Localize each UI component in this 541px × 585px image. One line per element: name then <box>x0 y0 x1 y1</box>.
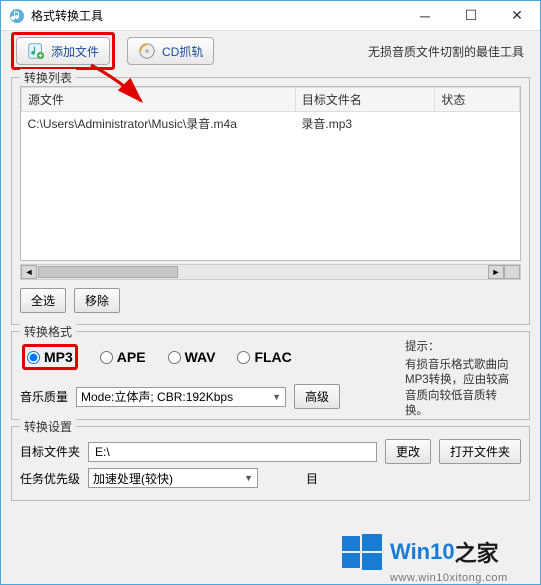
partial-label: 目 <box>306 470 318 487</box>
dest-label: 目标文件夹 <box>20 443 80 460</box>
toolbar-tip: 无损音质文件切割的最佳工具 <box>368 43 524 60</box>
watermark: Win10 之家 www.win10xitong.com <box>340 530 540 584</box>
settings-group-title: 转换设置 <box>20 418 76 435</box>
add-file-button[interactable]: 添加文件 <box>16 37 110 65</box>
col-source[interactable]: 源文件 <box>22 88 296 112</box>
radio-mp3[interactable]: MP3 <box>27 349 73 365</box>
col-target[interactable]: 目标文件名 <box>295 88 434 112</box>
format-group-title: 转换格式 <box>20 323 76 340</box>
select-all-button[interactable]: 全选 <box>20 288 66 313</box>
dest-path-field[interactable]: E:\ <box>88 442 377 462</box>
add-file-highlight: 添加文件 <box>11 32 115 70</box>
dest-path-value: E:\ <box>95 445 110 459</box>
chevron-down-icon: ▼ <box>272 392 281 402</box>
mp3-highlight: MP3 <box>22 344 78 370</box>
horizontal-scrollbar[interactable]: ◄ ► <box>20 264 521 280</box>
change-button[interactable]: 更改 <box>385 439 431 464</box>
hint-box: 提示： 有损音乐格式歌曲向MP3转换，应由较高音质向较低音质转换。 <box>405 340 515 420</box>
quality-select[interactable]: Mode:立体声; CBR:192Kbps ▼ <box>76 387 286 407</box>
radio-ape[interactable]: APE <box>100 349 146 365</box>
scroll-right-arrow[interactable]: ► <box>488 265 504 279</box>
radio-wav[interactable]: WAV <box>168 349 216 365</box>
watermark-brand1: Win10 <box>390 539 455 565</box>
cd-icon <box>138 42 156 60</box>
radio-ape-input[interactable] <box>100 351 113 364</box>
radio-flac[interactable]: FLAC <box>237 349 291 365</box>
scroll-left-arrow[interactable]: ◄ <box>21 265 37 279</box>
quality-value: Mode:立体声; CBR:192Kbps <box>81 388 233 405</box>
radio-flac-input[interactable] <box>237 351 250 364</box>
watermark-url: www.win10xitong.com <box>390 572 540 584</box>
priority-value: 加速处理(较快) <box>93 470 173 487</box>
col-status[interactable]: 状态 <box>435 88 520 112</box>
conversion-table[interactable]: 源文件 目标文件名 状态 C:\Users\Administrator\Musi… <box>20 86 521 261</box>
priority-select[interactable]: 加速处理(较快) ▼ <box>88 468 258 488</box>
remove-button[interactable]: 移除 <box>74 288 120 313</box>
cell-target: 录音.mp3 <box>295 112 434 136</box>
hint-body: 有损音乐格式歌曲向MP3转换，应由较高音质向较低音质转换。 <box>405 358 515 420</box>
radio-flac-label: FLAC <box>254 349 291 365</box>
app-icon <box>9 8 25 24</box>
priority-label: 任务优先级 <box>20 470 80 487</box>
add-file-label: 添加文件 <box>51 43 99 60</box>
minimize-button[interactable]: ─ <box>402 1 448 31</box>
cd-rip-label: CD抓轨 <box>162 43 203 60</box>
scroll-corner <box>504 265 520 279</box>
maximize-button[interactable]: ☐ <box>448 1 494 31</box>
windows-logo-icon <box>340 530 384 574</box>
open-folder-button[interactable]: 打开文件夹 <box>439 439 521 464</box>
radio-wav-input[interactable] <box>168 351 181 364</box>
cell-source: C:\Users\Administrator\Music\录音.m4a <box>22 112 296 136</box>
cd-rip-button[interactable]: CD抓轨 <box>127 37 214 65</box>
music-add-icon <box>27 42 45 60</box>
radio-mp3-label: MP3 <box>44 349 73 365</box>
advanced-button[interactable]: 高级 <box>294 384 340 409</box>
hint-title: 提示： <box>405 340 515 356</box>
chevron-down-icon: ▼ <box>244 473 253 483</box>
radio-wav-label: WAV <box>185 349 216 365</box>
window-title: 格式转换工具 <box>31 7 402 24</box>
radio-ape-label: APE <box>117 349 146 365</box>
close-button[interactable]: ✕ <box>494 1 540 31</box>
scroll-thumb[interactable] <box>38 266 178 278</box>
cell-status <box>435 112 520 136</box>
table-row[interactable]: C:\Users\Administrator\Music\录音.m4a 录音.m… <box>22 112 520 136</box>
watermark-brand2: 之家 <box>455 536 499 568</box>
quality-label: 音乐质量 <box>20 388 68 405</box>
list-group-title: 转换列表 <box>20 69 76 86</box>
radio-mp3-input[interactable] <box>27 351 40 364</box>
